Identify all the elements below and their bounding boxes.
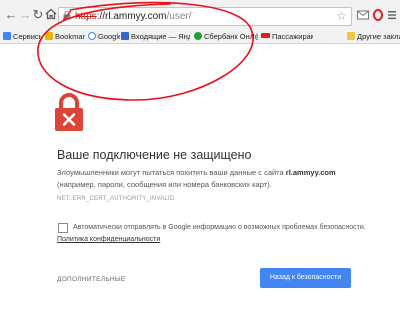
bookmarks-bar: Сервисы Bookmarks Google Входящие — Янде… — [0, 30, 400, 44]
star-icon — [45, 32, 53, 40]
bookmark-google[interactable]: Google — [88, 31, 120, 42]
broken-lock-icon[interactable] — [63, 11, 71, 20]
reload-icon[interactable]: ↻ — [31, 8, 45, 22]
mail-icon — [121, 32, 129, 40]
back-arrow-icon[interactable]: ← — [4, 8, 18, 22]
bookmark-label: Сбербанк ОнЛ@йн — [204, 32, 258, 41]
folder-icon — [347, 32, 355, 40]
url-host: rl.ammyy.com — [105, 11, 167, 22]
google-icon — [88, 32, 96, 40]
bookmark-label: Другие заклад — [357, 32, 400, 41]
advanced-details-link[interactable]: ДОПОЛНИТЕЛЬНЫЕ — [57, 276, 126, 283]
url-path: /user/ — [166, 11, 192, 22]
menu-icon[interactable] — [388, 8, 396, 22]
bookmark-label: Bookmarks — [55, 32, 85, 41]
bookmark-star-icon[interactable]: ☆ — [336, 9, 347, 23]
url-text[interactable]: https://rl.ammyy.com/user/ — [75, 10, 192, 23]
mail-icon[interactable] — [357, 8, 369, 22]
url-separator: :// — [96, 11, 106, 22]
apps-icon — [3, 32, 11, 40]
explanation-text: Злоумышленники могут пытаться похитить в… — [57, 167, 377, 191]
error-code: NET::ERR_CERT_AUTHORITY_INVALID — [57, 196, 175, 202]
explanation-prefix: Злоумышленники могут пытаться похитить в… — [57, 168, 284, 177]
bookmark-label: Google — [98, 32, 120, 41]
site-name: rl.ammyy.com — [285, 168, 336, 177]
rzd-icon — [261, 33, 270, 38]
report-checkbox[interactable] — [58, 223, 68, 233]
security-lock-icon — [55, 93, 83, 131]
bookmark-sberbank[interactable]: Сбербанк ОнЛ@йн — [194, 31, 258, 42]
bookmark-other[interactable]: Другие заклад — [347, 31, 400, 42]
bookmark-services[interactable]: Сервисы — [3, 31, 43, 42]
bookmark-passengers[interactable]: Пассажирам — [261, 31, 313, 42]
privacy-policy-link[interactable]: Политика конфиденциальности — [57, 236, 160, 243]
back-to-safety-button[interactable]: Назад к безопасности — [260, 268, 351, 288]
bookmark-bookmarks[interactable]: Bookmarks — [45, 31, 85, 42]
browser-toolbar: ← → ↻ https://rl.ammyy.com/user/ ☆ — [0, 0, 400, 30]
forward-arrow-icon[interactable]: → — [18, 8, 32, 22]
bookmark-label: Входящие — Яндекс — [131, 32, 190, 41]
url-scheme: https — [75, 11, 97, 22]
page-title: Ваше подключение не защищено — [57, 148, 252, 162]
sberbank-icon — [194, 32, 202, 40]
bookmark-yandex-inbox[interactable]: Входящие — Яндекс — [121, 31, 190, 42]
address-bar[interactable]: https://rl.ammyy.com/user/ ☆ — [58, 7, 352, 26]
explanation-suffix: (например, пароли, сообщения или номера … — [57, 180, 272, 189]
bookmark-label: Сервисы — [13, 32, 43, 41]
opera-icon[interactable] — [373, 8, 383, 22]
bookmark-label: Пассажирам — [272, 32, 313, 41]
home-icon[interactable] — [44, 8, 58, 22]
report-checkbox-label[interactable]: Автоматически отправлять в Google информ… — [73, 223, 366, 233]
